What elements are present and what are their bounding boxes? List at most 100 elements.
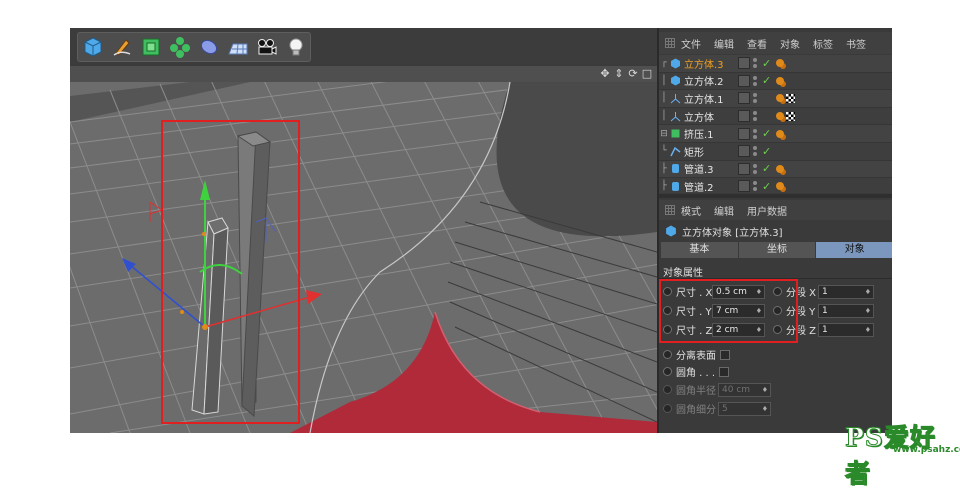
- object-row[interactable]: ⊟ 挤压.1 ✓: [659, 125, 892, 143]
- enabled-check-icon[interactable]: ✓: [762, 57, 772, 70]
- watermark-url: www.psahz.com: [893, 445, 960, 455]
- layer-swatch[interactable]: [738, 127, 750, 140]
- animate-toggle[interactable]: [663, 385, 672, 394]
- pen-tool-button[interactable]: [107, 33, 136, 61]
- objects-highlight-box: [161, 120, 300, 424]
- layer-swatch[interactable]: [738, 162, 750, 175]
- layer-swatch[interactable]: [738, 110, 750, 123]
- segments-z-field[interactable]: 1 ♦: [818, 322, 874, 337]
- visibility-dots[interactable]: [753, 181, 759, 192]
- segments-x-field[interactable]: 1 ♦: [818, 284, 874, 299]
- object-name[interactable]: 管道.3: [684, 161, 738, 176]
- material-tag-icon[interactable]: [776, 94, 784, 103]
- layer-swatch[interactable]: [738, 92, 750, 105]
- menu-mode[interactable]: 模式: [681, 203, 701, 218]
- fillet-radius-field[interactable]: 40 cm ♦: [718, 382, 771, 397]
- material-tag-icon[interactable]: [776, 182, 784, 191]
- cinema4d-window: ✥ ⇕ ⟳ □ 文件 编辑 查看 对象 标签 书签 ┌ 立方体.3 ✓ │ 立方…: [70, 28, 892, 433]
- separate-surfaces-checkbox[interactable]: [720, 349, 730, 360]
- material-tag-icon[interactable]: [776, 76, 784, 85]
- segments-y-field[interactable]: 1 ♦: [818, 303, 874, 318]
- cube-tool-button[interactable]: [78, 33, 107, 61]
- object-name[interactable]: 矩形: [684, 144, 738, 159]
- subdivision-tool-button[interactable]: [136, 33, 165, 61]
- tab-object[interactable]: 对象: [816, 242, 892, 258]
- menu-edit-attr[interactable]: 编辑: [714, 203, 734, 218]
- move-view-icon[interactable]: ✥: [599, 67, 611, 81]
- fillet-subdivision-label: 圆角细分: [676, 405, 716, 416]
- 3d-viewport[interactable]: ✥ ⇕ ⟳ □: [70, 66, 657, 433]
- animate-toggle[interactable]: [663, 367, 672, 376]
- tab-coord[interactable]: 坐标: [738, 242, 817, 258]
- animate-toggle[interactable]: [663, 350, 672, 359]
- object-row[interactable]: ┌ 立方体.3 ✓: [659, 55, 892, 73]
- material-tag-icon[interactable]: [776, 59, 784, 68]
- tab-basic[interactable]: 基本: [661, 242, 739, 258]
- visibility-dots[interactable]: [753, 146, 759, 157]
- maximize-view-icon[interactable]: □: [641, 67, 653, 81]
- object-row[interactable]: └ 矩形 ✓: [659, 142, 892, 161]
- object-name[interactable]: 挤压.1: [684, 126, 738, 141]
- viewport-scene: [70, 82, 657, 433]
- visibility-dots[interactable]: [753, 163, 759, 174]
- object-name[interactable]: 立方体.2: [684, 73, 738, 88]
- panel-grip-icon[interactable]: [665, 205, 675, 215]
- camera-tool-button[interactable]: [252, 33, 281, 61]
- visibility-dots[interactable]: [753, 111, 759, 122]
- checker-tag-icon[interactable]: [786, 111, 795, 121]
- object-row[interactable]: ├ 管道.2 ✓: [659, 178, 892, 193]
- rotate-view-icon[interactable]: ⟳: [627, 67, 639, 81]
- zoom-view-icon[interactable]: ⇕: [613, 67, 625, 81]
- menu-file[interactable]: 文件: [681, 36, 701, 51]
- layer-swatch[interactable]: [738, 57, 750, 70]
- enabled-check-icon[interactable]: ✓: [762, 180, 772, 193]
- animate-toggle[interactable]: [663, 404, 672, 413]
- menu-objects[interactable]: 对象: [780, 36, 800, 51]
- visibility-dots[interactable]: [753, 93, 759, 104]
- menu-tags[interactable]: 标签: [813, 36, 833, 51]
- object-row[interactable]: │ 立方体: [659, 107, 892, 126]
- null-icon: [669, 110, 681, 122]
- fillet-subdivision-field[interactable]: 5 ♦: [718, 401, 771, 416]
- enabled-check-icon[interactable]: ✓: [762, 145, 772, 158]
- cube-icon: [84, 37, 101, 57]
- object-row[interactable]: │ 立方体.2 ✓: [659, 72, 892, 91]
- visibility-dots[interactable]: [753, 128, 759, 139]
- menu-user-data[interactable]: 用户数据: [747, 203, 787, 218]
- separate-surfaces-row: 分离表面: [663, 347, 730, 362]
- layer-swatch[interactable]: [738, 74, 750, 87]
- fillet-row: 圆角 . . .: [663, 364, 730, 379]
- visibility-dots[interactable]: [753, 58, 759, 69]
- tree-expander[interactable]: ⊟: [659, 129, 669, 139]
- floor-tool-button[interactable]: [223, 33, 252, 61]
- panel-grip-icon[interactable]: [665, 38, 675, 48]
- light-tool-button[interactable]: [281, 33, 310, 61]
- panel-divider[interactable]: [659, 194, 892, 198]
- object-name[interactable]: 立方体: [684, 109, 738, 124]
- material-tag-icon[interactable]: [776, 164, 784, 173]
- enabled-check-icon[interactable]: ✓: [762, 162, 772, 175]
- right-panel: 文件 编辑 查看 对象 标签 书签 ┌ 立方体.3 ✓ │ 立方体.2 ✓ │ …: [657, 28, 892, 433]
- tree-line: ┌: [661, 58, 667, 69]
- object-name[interactable]: 立方体.1: [684, 91, 738, 106]
- material-tag-icon[interactable]: [776, 129, 784, 138]
- enabled-check-icon[interactable]: ✓: [762, 127, 772, 140]
- layer-swatch[interactable]: [738, 180, 750, 193]
- layer-swatch[interactable]: [738, 145, 750, 158]
- object-name[interactable]: 立方体.3: [684, 56, 738, 71]
- object-row[interactable]: │ 立方体.1: [659, 90, 892, 108]
- deformer-tool-button[interactable]: [194, 33, 223, 61]
- object-row[interactable]: ├ 管道.3 ✓: [659, 160, 892, 179]
- visibility-dots[interactable]: [753, 75, 759, 86]
- fillet-checkbox[interactable]: [719, 366, 730, 377]
- menu-view[interactable]: 查看: [747, 36, 767, 51]
- enabled-check-icon[interactable]: ✓: [762, 74, 772, 87]
- object-name[interactable]: 管道.2: [684, 179, 738, 193]
- object-list: ┌ 立方体.3 ✓ │ 立方体.2 ✓ │ 立方体.1 │ 立方体 ⊟ 挤压.1…: [659, 55, 892, 193]
- cloner-tool-button[interactable]: [165, 33, 194, 61]
- menu-edit[interactable]: 编辑: [714, 36, 734, 51]
- checker-tag-icon[interactable]: [786, 93, 795, 103]
- fillet-radius-label: 圆角半径: [676, 386, 716, 397]
- material-tag-icon[interactable]: [776, 112, 784, 121]
- menu-bookmarks[interactable]: 书签: [846, 36, 866, 51]
